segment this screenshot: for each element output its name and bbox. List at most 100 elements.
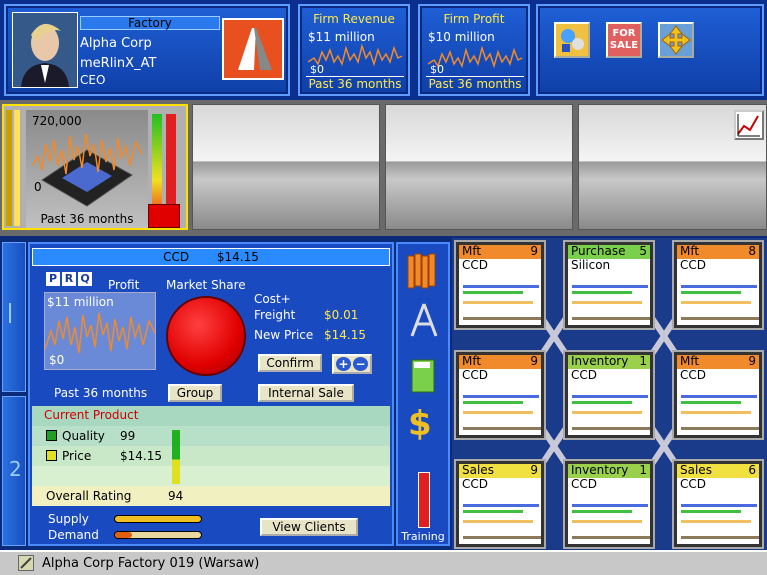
revenue-zero: $0	[310, 63, 324, 76]
unit-card-bar	[572, 317, 650, 320]
unit-card-item: CCD	[462, 258, 488, 272]
unit-card-header: Inventory 1	[568, 355, 650, 369]
price-row: Price $14.15	[32, 446, 390, 466]
unit-card[interactable]: Mft 8 CCD	[674, 242, 762, 328]
unit-card-count: 9	[530, 463, 538, 477]
unit-card[interactable]: Sales 6 CCD	[674, 461, 762, 547]
revenue-label: Firm Revenue	[313, 12, 395, 26]
unit-card-bar	[681, 395, 757, 398]
product-profit-zero: $0	[49, 353, 65, 367]
plus-icon[interactable]: +	[336, 357, 351, 371]
unit-card-count: 9	[748, 354, 756, 368]
profit-zero: $0	[430, 63, 444, 76]
unit-card-item: Silicon	[571, 258, 611, 272]
unit-card-header: Mft 9	[459, 355, 541, 369]
unit-sparkline	[32, 133, 143, 175]
unit-card-bar	[463, 401, 523, 404]
firm-revenue-panel[interactable]: Firm Revenue $11 million $0 Past 36 mont…	[298, 4, 410, 96]
factory-logo-icon[interactable]	[222, 18, 284, 80]
unit-card[interactable]: Purchase 5 Silicon	[565, 242, 653, 328]
consultant-icon[interactable]	[554, 22, 590, 58]
level-indicator	[148, 204, 180, 228]
chart-toggle-icon[interactable]	[734, 110, 764, 140]
unit-card-bar	[681, 285, 757, 288]
unit-side-bar	[6, 110, 12, 226]
selected-unit-tile[interactable]: 720,000 0 Past 36 months	[2, 104, 188, 230]
unit-graph-max: 720,000	[32, 114, 82, 128]
unit-card-header: Purchase 5	[568, 245, 650, 259]
product-name: CCD	[163, 250, 190, 264]
unit-card-bar	[572, 301, 642, 304]
unit-card-bar	[681, 411, 751, 414]
supply-label: Supply	[48, 512, 89, 526]
toolbar-panel: FOR SALE	[536, 4, 764, 96]
prq-tabs: P R Q	[46, 272, 92, 286]
unit-card-count: 1	[639, 354, 647, 368]
book-icon[interactable]	[406, 356, 442, 396]
new-price-label: New Price	[254, 328, 314, 342]
quality-label: Quality	[62, 429, 105, 443]
unit-card[interactable]: Inventory 1 CCD	[565, 352, 653, 438]
side-tab-1[interactable]	[2, 242, 26, 392]
unit-card-bar	[463, 536, 541, 539]
unit-card[interactable]: Sales 9 CCD	[456, 461, 544, 547]
internal-sale-button[interactable]: Internal Sale	[258, 384, 354, 402]
view-clients-button[interactable]: View Clients	[260, 518, 358, 536]
pencils-icon[interactable]	[406, 252, 442, 292]
unit-graph: 720,000 0 Past 36 months	[26, 110, 148, 228]
unit-card-bar	[681, 401, 741, 404]
unit-card-bar	[572, 411, 642, 414]
firm-profit-panel[interactable]: Firm Profit $10 million $0 Past 36 month…	[418, 4, 530, 96]
tab-r[interactable]: R	[62, 272, 76, 286]
unit-card[interactable]: Mft 9 CCD	[674, 352, 762, 438]
unit-card-bar	[463, 411, 533, 414]
price-value: $14.15	[120, 449, 162, 463]
unit-card-bar	[463, 395, 539, 398]
empty-unit-tile-2[interactable]	[385, 104, 573, 230]
firm-info-panel: Factory Alpha Corp meRlinX_AT CEO	[4, 4, 290, 96]
dollar-icon[interactable]: $	[408, 406, 432, 442]
cost-freight-label-1: Cost+	[254, 292, 291, 306]
unit-card-header: Sales 6	[677, 464, 759, 478]
unit-card-count: 1	[639, 463, 647, 477]
unit-card-bar	[681, 301, 751, 304]
unit-card-bar	[572, 504, 648, 507]
unit-card-bar	[572, 285, 648, 288]
profit-label: Firm Profit	[443, 12, 505, 26]
status-bar: Alpha Corp Factory 019 (Warsaw)	[0, 550, 767, 575]
overall-label: Overall Rating	[46, 489, 132, 503]
overall-value: 94	[168, 489, 184, 503]
avatar[interactable]	[12, 12, 78, 88]
minus-icon[interactable]: −	[353, 357, 368, 371]
unit-card-item: CCD	[680, 477, 706, 491]
unit-card-bar	[572, 427, 650, 430]
edit-icon[interactable]	[18, 555, 34, 571]
training-label[interactable]: Training	[398, 530, 448, 543]
market-share-pie	[166, 296, 246, 376]
unit-card[interactable]: Mft 9 CCD	[456, 352, 544, 438]
unit-card-bar	[572, 291, 632, 294]
confirm-button[interactable]: Confirm	[258, 354, 322, 372]
unit-card-header: Inventory 1	[568, 464, 650, 478]
group-button[interactable]: Group	[168, 384, 222, 402]
empty-unit-tile-1[interactable]	[192, 104, 380, 230]
unit-card-count: 9	[530, 354, 538, 368]
revenue-period: Past 36 months	[306, 76, 404, 91]
cost-freight-value: $0.01	[324, 308, 359, 322]
move-icon[interactable]	[658, 22, 694, 58]
user-name: meRlinX_AT	[80, 56, 157, 71]
unit-card[interactable]: Mft 9 CCD	[456, 242, 544, 328]
product-price: $14.15	[216, 250, 259, 264]
side-tab-2[interactable]: 2	[2, 396, 26, 546]
compass-icon[interactable]	[406, 300, 442, 340]
tab-q[interactable]: Q	[78, 272, 92, 286]
unit-card-item: CCD	[462, 368, 488, 382]
price-label: Price	[62, 449, 92, 463]
for-sale-icon[interactable]: FOR SALE	[606, 22, 642, 58]
unit-card-type: Sales	[462, 463, 494, 477]
unit-card-bar	[681, 504, 757, 507]
unit-card-bar	[572, 401, 632, 404]
unit-card[interactable]: Inventory 1 CCD	[565, 461, 653, 547]
new-price-value: $14.15	[324, 328, 366, 342]
tab-p[interactable]: P	[46, 272, 60, 286]
